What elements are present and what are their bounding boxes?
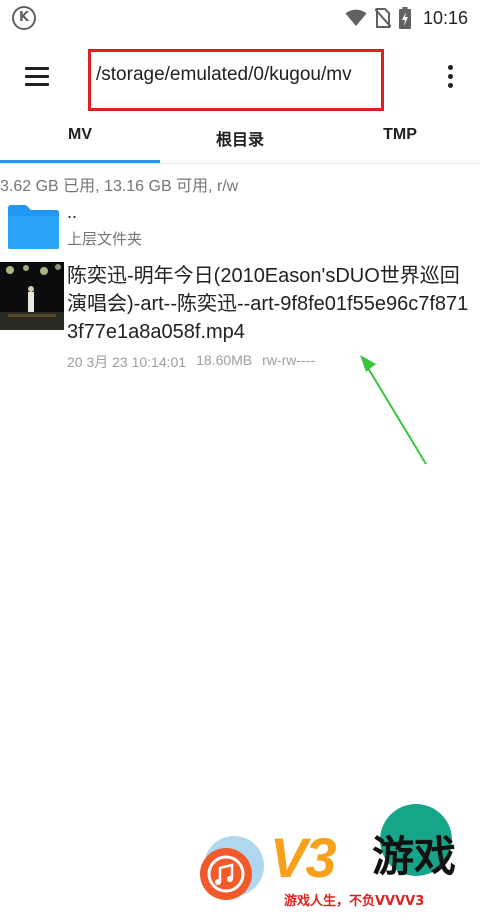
more-vert-icon[interactable] bbox=[436, 58, 464, 94]
video-thumbnail bbox=[0, 262, 64, 330]
folder-icon bbox=[8, 205, 59, 249]
tab-bar: MV 根目录 TMP bbox=[0, 116, 480, 164]
tab-tmp[interactable]: TMP bbox=[320, 116, 480, 164]
item-name: 陈奕迅-明年今日(2010Eason'sDUO世界巡回演唱会)-art--陈奕迅… bbox=[67, 265, 469, 343]
watermark-brand: V3 bbox=[270, 826, 336, 889]
item-name: .. bbox=[67, 202, 78, 222]
item-permissions: rw-rw---- bbox=[262, 352, 316, 368]
list-item-file[interactable]: 陈奕迅-明年今日(2010Eason'sDUO世界巡回演唱会)-art--陈奕迅… bbox=[0, 258, 480, 378]
divider bbox=[0, 163, 480, 164]
tab-mv[interactable]: MV bbox=[0, 116, 160, 164]
item-size: 18.60MB bbox=[196, 352, 253, 368]
status-bar: K 10:16 bbox=[0, 0, 480, 36]
item-subtitle: 上层文件夹 bbox=[67, 230, 143, 248]
watermark-logo-icon bbox=[200, 836, 264, 900]
tab-root[interactable]: 根目录 bbox=[160, 116, 320, 164]
item-meta: 20 3月 23 10:14:01 18.60MB rw-rw---- bbox=[67, 352, 315, 372]
hamburger-menu-icon[interactable] bbox=[16, 58, 60, 94]
watermark: V3 游戏 游戏人生，不负VVVV3 bbox=[190, 826, 480, 913]
toolbar: /storage/emulated/0/kugou/mv bbox=[0, 36, 480, 116]
clock: 10:16 bbox=[422, 7, 468, 28]
watermark-brand-cn: 游戏 bbox=[372, 832, 457, 881]
storage-info: 3.62 GB 已用, 13.16 GB 可用, r/w bbox=[0, 178, 239, 195]
list-item-parent-folder[interactable]: .. 上层文件夹 bbox=[0, 198, 480, 256]
battery-charging-icon bbox=[398, 7, 411, 29]
current-path[interactable]: /storage/emulated/0/kugou/mv bbox=[96, 64, 352, 86]
status-icons: 10:16 bbox=[345, 0, 468, 36]
wifi-icon bbox=[345, 9, 367, 26]
item-date: 20 3月 23 10:14:01 bbox=[67, 354, 187, 370]
kugou-app-badge-icon: K bbox=[12, 6, 36, 30]
watermark-slogan: 游戏人生，不负VVVV3 bbox=[284, 894, 425, 909]
no-sim-icon bbox=[374, 8, 391, 28]
